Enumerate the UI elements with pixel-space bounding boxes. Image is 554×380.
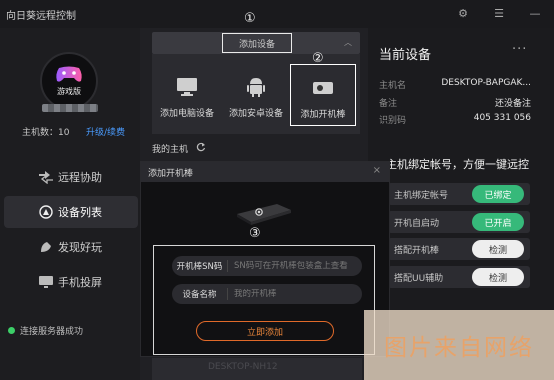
gamepad-icon xyxy=(56,66,82,82)
avatar[interactable]: 游戏版 xyxy=(40,52,98,110)
option-label: 主机绑定帐号 xyxy=(394,191,449,201)
remark-value[interactable]: 还没备注 xyxy=(495,96,531,109)
field-label: 设备名称 xyxy=(172,288,228,300)
close-icon[interactable]: × xyxy=(373,165,381,176)
host-count: 主机数：10 xyxy=(22,128,70,138)
annotation-marker-2: ② xyxy=(312,51,324,66)
option-autostart: 开机自启动 已开启 xyxy=(388,211,530,233)
info-key: 主机名 xyxy=(379,81,407,91)
add-form: 开机棒SN码 设备名称 立即添加 xyxy=(153,245,375,355)
info-value: 405 331 056 xyxy=(473,113,531,123)
info-value: DESKTOP-BAPGAK... xyxy=(441,78,531,88)
nav-device-list[interactable]: 设备列表 xyxy=(4,196,138,228)
option-label: 搭配开机棒 xyxy=(394,246,440,256)
window-controls: ⚙ ☰ — xyxy=(452,4,546,22)
add-boot-stick-option[interactable]: 添加开机棒 xyxy=(290,64,356,126)
info-key: 识别码 xyxy=(379,116,407,126)
bind-heading: 主机绑定帐号，方便一键远控 xyxy=(386,158,529,171)
host-list-item[interactable]: DESKTOP-NH12 xyxy=(152,358,362,380)
sn-code-field: 开机棒SN码 xyxy=(172,256,362,276)
watermark: 图片来自网络 xyxy=(364,310,554,380)
phone-cast-icon xyxy=(38,274,54,290)
more-options-icon[interactable]: ··· xyxy=(512,42,527,57)
add-now-button[interactable]: 立即添加 xyxy=(196,321,334,341)
boot-stick-icon xyxy=(312,77,334,99)
add-device-options: 添加电脑设备 添加安卓设备 添加开机棒 xyxy=(152,54,360,134)
host-name: DESKTOP-NH12 xyxy=(208,362,278,372)
nav-label: 远程协助 xyxy=(58,171,102,184)
dialog-title: 添加开机棒 xyxy=(148,168,194,179)
add-option-label: 添加开机棒 xyxy=(300,110,346,120)
add-option-label: 添加安卓设备 xyxy=(228,109,283,119)
app-title: 向日葵远程控制 xyxy=(6,10,76,22)
option-bind-account: 主机绑定帐号 已绑定 xyxy=(388,183,530,205)
avatar-edition-label: 游戏版 xyxy=(57,87,81,96)
nav-remote-assist[interactable]: 远程协助 xyxy=(4,161,138,193)
add-boot-stick-dialog: 添加开机棒 × 开机棒SN码 设备名称 立即添加 xyxy=(140,161,390,357)
remote-assist-icon xyxy=(38,169,54,185)
minimize-icon[interactable]: — xyxy=(524,4,546,22)
boot-stick-device-image xyxy=(237,204,291,225)
field-label: 开机棒SN码 xyxy=(172,260,228,272)
settings-icon[interactable]: ⚙ xyxy=(452,4,474,22)
chevron-up-icon[interactable]: ︿ xyxy=(344,37,352,48)
add-option-label: 添加电脑设备 xyxy=(159,109,214,119)
menu-icon[interactable]: ☰ xyxy=(488,4,510,22)
status-dot xyxy=(8,327,15,334)
discover-icon xyxy=(38,239,54,255)
info-row-id-code: 识别码 405 331 056 xyxy=(379,113,531,126)
connection-status: 连接服务器成功 xyxy=(8,324,83,337)
upgrade-link[interactable]: 升级/续费 xyxy=(86,125,125,138)
info-row-remark: 备注 还没备注 xyxy=(379,96,531,109)
option-boot-stick: 搭配开机棒 检测 xyxy=(388,238,530,260)
current-device-title: 当前设备 xyxy=(379,48,432,63)
add-pc-option[interactable]: 添加电脑设备 xyxy=(154,64,220,126)
option-label: 搭配UU辅助 xyxy=(394,274,444,284)
my-host-section: 我的主机 xyxy=(152,142,206,155)
nav-label: 发现好玩 xyxy=(58,241,102,254)
nav-discover[interactable]: 发现好玩 xyxy=(4,231,138,263)
option-label: 开机自启动 xyxy=(394,219,440,229)
device-name-field: 设备名称 xyxy=(172,284,362,304)
refresh-icon[interactable] xyxy=(196,142,206,155)
bound-button[interactable]: 已绑定 xyxy=(472,185,524,203)
device-list-icon xyxy=(38,204,54,220)
detect-button[interactable]: 检测 xyxy=(472,240,524,258)
status-text: 连接服务器成功 xyxy=(20,327,84,337)
add-android-option[interactable]: 添加安卓设备 xyxy=(223,64,289,126)
sn-code-input[interactable] xyxy=(228,261,362,271)
add-device-header[interactable]: 添加设备 ︿ xyxy=(152,32,360,54)
detect-button[interactable]: 检测 xyxy=(472,268,524,286)
my-host-label: 我的主机 xyxy=(152,145,189,155)
username-redacted xyxy=(42,104,98,112)
info-key: 备注 xyxy=(379,99,398,109)
monitor-icon xyxy=(176,76,198,98)
add-device-label[interactable]: 添加设备 xyxy=(222,33,292,53)
nav-phone-cast[interactable]: 手机投屏 xyxy=(4,266,138,298)
annotation-marker-1: ① xyxy=(244,11,256,26)
nav-label: 手机投屏 xyxy=(58,276,102,289)
info-row-hostname: 主机名 DESKTOP-BAPGAK... xyxy=(379,78,531,91)
nav-label: 设备列表 xyxy=(58,206,102,219)
dialog-title-bar: 添加开机棒 × xyxy=(141,162,389,182)
option-uu-assist: 搭配UU辅助 检测 xyxy=(388,266,530,288)
enabled-button[interactable]: 已开启 xyxy=(472,213,524,231)
annotation-marker-3: ③ xyxy=(249,226,261,241)
device-name-input[interactable] xyxy=(228,289,362,299)
android-icon xyxy=(245,76,267,98)
title-bar: 向日葵远程控制 ⚙ ☰ — xyxy=(0,0,554,28)
